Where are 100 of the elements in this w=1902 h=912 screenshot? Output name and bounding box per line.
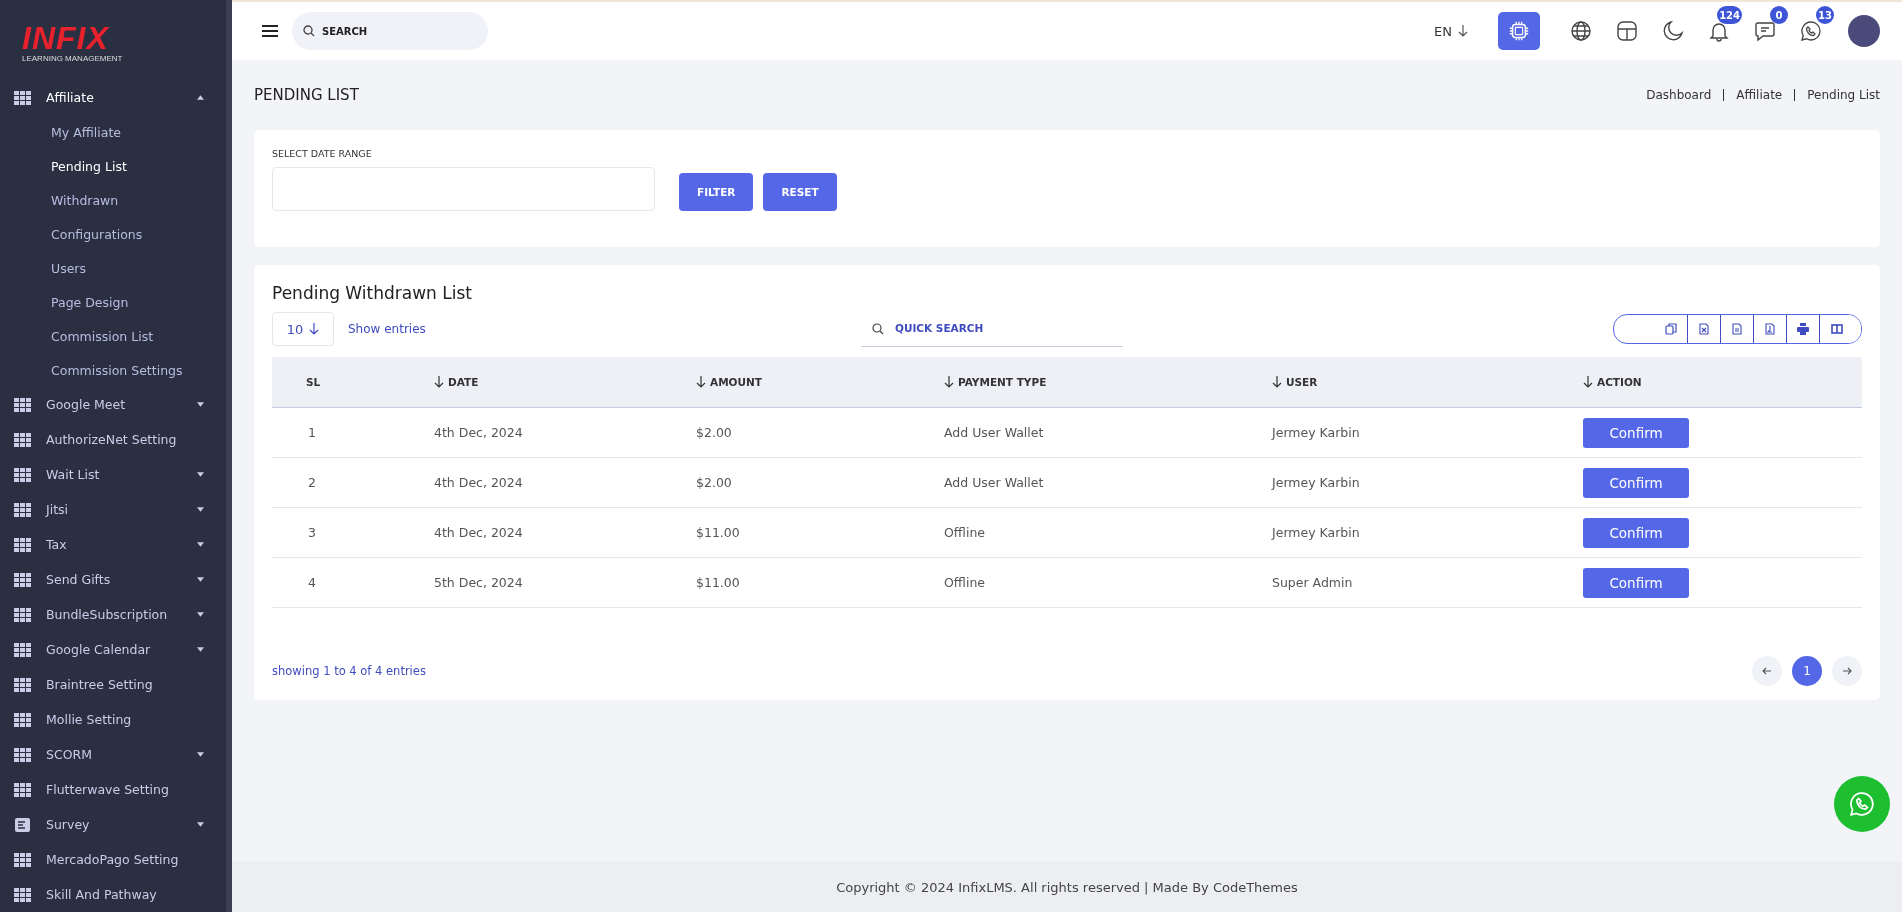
search-icon <box>872 323 884 335</box>
sidebar-subitem[interactable]: Page Design <box>0 285 226 319</box>
grid-icon <box>14 782 31 797</box>
table-cell: $2.00 <box>695 457 943 508</box>
excel-file-icon <box>1698 323 1710 335</box>
sort-arrow-icon <box>944 376 954 388</box>
export-button[interactable] <box>1819 315 1861 343</box>
show-entries-label: Show entries <box>348 322 427 336</box>
phone-chat-icon[interactable] <box>1800 20 1822 42</box>
grid-icon <box>14 90 31 105</box>
confirm-button[interactable]: Confirm <box>1583 517 1689 548</box>
table-cell: 1 <box>272 407 433 458</box>
notification-count: 0 <box>1770 6 1788 24</box>
chip-icon <box>1508 20 1530 42</box>
sidebar-subitem[interactable]: Commission Settings <box>0 353 226 387</box>
copyright-text: Copyright © 2024 InfixLMS. All rights reserved | Made By CodeThemes <box>836 879 1298 895</box>
grid-icon <box>14 397 31 412</box>
field-label: SELECT DATE RANGE <box>272 148 373 159</box>
sidebar-item[interactable]: SCORM <box>0 737 226 772</box>
table-cell: 2 <box>272 457 433 508</box>
table-cell: 4th Dec, 2024 <box>433 457 695 508</box>
sidebar-subitem[interactable]: Configurations <box>0 217 226 251</box>
breadcrumb-link[interactable]: Affiliate <box>1723 89 1795 101</box>
copy-icon <box>1664 323 1677 335</box>
confirm-button[interactable]: Confirm <box>1583 567 1689 598</box>
sidebar-item[interactable]: BundleSubscription <box>0 597 226 632</box>
sidebar-item[interactable]: Send Gifts <box>0 562 226 597</box>
phone-chat-icon <box>1849 791 1875 817</box>
date-range-field[interactable] <box>272 167 655 211</box>
breadcrumb-link[interactable]: Pending List <box>1794 89 1880 101</box>
sidebar-subitem[interactable]: My Affiliate <box>0 115 226 149</box>
quick-search-field[interactable]: QUICK SEARCH <box>861 311 1123 347</box>
ai-chip-button[interactable] <box>1498 12 1540 50</box>
sidebar-item[interactable]: Survey <box>0 807 226 842</box>
sidebar-item[interactable]: Google Meet <box>0 387 226 422</box>
grid-icon <box>14 852 31 867</box>
logo-subtitle: LEARNING MANAGEMENT <box>22 54 123 63</box>
column-header[interactable]: ACTION <box>1582 357 1862 408</box>
confirm-button[interactable]: Confirm <box>1583 467 1689 498</box>
table-cell: Jermey Karbin <box>1271 507 1582 558</box>
grid-icon <box>14 502 31 517</box>
table-title: Pending Withdrawn List <box>272 283 473 303</box>
layout-icon[interactable] <box>1616 20 1638 42</box>
sidebar-subitem[interactable]: Commission List <box>0 319 226 353</box>
sidebar-item[interactable]: Jitsi <box>0 492 226 527</box>
column-header[interactable]: DATE <box>433 357 695 408</box>
bell-icon[interactable] <box>1708 20 1730 42</box>
grid-icon <box>14 677 31 692</box>
search-field[interactable]: SEARCH <box>292 12 488 50</box>
table-cell: Add User Wallet <box>943 457 1271 508</box>
notification-count: 13 <box>1816 6 1834 24</box>
table-cell: $11.00 <box>695 557 943 608</box>
table-cell: $2.00 <box>695 407 943 458</box>
chat-icon[interactable] <box>1754 20 1776 42</box>
sidebar-item[interactable]: MercadoPago Setting <box>0 842 226 877</box>
entries-info: showing 1 to 4 of 4 entries <box>272 664 426 678</box>
grid-icon <box>14 887 31 902</box>
column-header[interactable]: USER <box>1271 357 1582 408</box>
sort-arrow-icon <box>696 376 706 388</box>
sidebar-item[interactable]: Tax <box>0 527 226 562</box>
sidebar-item[interactable]: Affiliate <box>0 80 226 115</box>
grid-icon <box>14 572 31 587</box>
notification-count: 124 <box>1717 6 1742 24</box>
pdf-file-icon <box>1764 323 1776 335</box>
right-arrow-icon <box>1842 666 1852 676</box>
moon-icon[interactable] <box>1662 20 1684 42</box>
breadcrumb-link[interactable]: Dashboard <box>1634 89 1724 101</box>
page-button[interactable]: 1 <box>1792 656 1822 686</box>
reset-button[interactable]: RESET <box>763 173 837 211</box>
grid-icon <box>14 607 31 622</box>
sidebar-item[interactable]: Skill And Pathway <box>0 877 226 912</box>
column-header[interactable]: AMOUNT <box>695 357 943 408</box>
column-header[interactable]: PAYMENT TYPE <box>943 357 1271 408</box>
sidebar-item[interactable]: Wait List <box>0 457 226 492</box>
sidebar-item[interactable]: Flutterwave Setting <box>0 772 226 807</box>
printer-icon <box>1797 323 1809 335</box>
sidebar-subitem[interactable]: Pending List <box>0 149 226 183</box>
sidebar-item[interactable]: Mollie Setting <box>0 702 226 737</box>
table-cell: 4 <box>272 557 433 608</box>
filter-button[interactable]: FILTER <box>679 173 754 211</box>
table-cell: Add User Wallet <box>943 407 1271 458</box>
table-cell: 4th Dec, 2024 <box>433 507 695 558</box>
sidebar-item[interactable]: Braintree Setting <box>0 667 226 702</box>
sidebar-item[interactable]: Google Calendar <box>0 632 226 667</box>
table-cell: Jermey Karbin <box>1271 457 1582 508</box>
sidebar-subitem[interactable]: Withdrawn <box>0 183 226 217</box>
globe-icon[interactable] <box>1570 20 1592 42</box>
confirm-button[interactable]: Confirm <box>1583 417 1689 448</box>
page-size-select[interactable]: 10 <box>272 312 334 346</box>
caret-icon <box>197 472 204 477</box>
sidebar-subitem[interactable]: Users <box>0 251 226 285</box>
menu-icon[interactable] <box>262 25 278 37</box>
avatar[interactable] <box>1848 15 1880 47</box>
sidebar-item[interactable]: AuthorizeNet Setting <box>0 422 226 457</box>
left-arrow-icon <box>1762 666 1772 676</box>
caret-icon <box>197 752 204 757</box>
caret-icon <box>197 612 204 617</box>
column-header[interactable]: SL <box>272 357 433 408</box>
language-selector[interactable]: EN <box>1434 23 1468 39</box>
down-arrow-icon <box>309 323 320 335</box>
